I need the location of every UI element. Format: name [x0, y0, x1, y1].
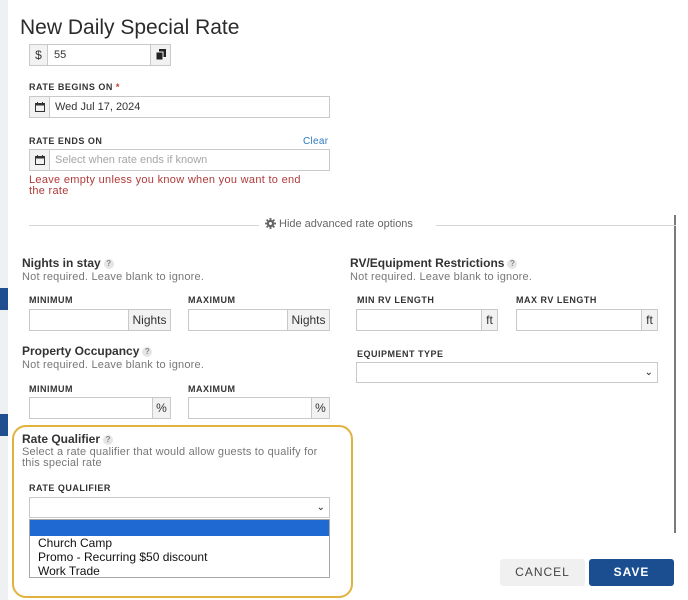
property-occupancy-heading: Property Occupancy?	[22, 344, 153, 358]
rate-ends-placeholder[interactable]: Select when rate ends if known	[55, 150, 207, 170]
chevron-down-icon: ⌄	[644, 367, 653, 378]
divider-right	[436, 225, 676, 226]
min-rv-length-label: MIN RV LENGTH	[357, 295, 435, 305]
nights-max-input[interactable]: Nights	[188, 309, 330, 331]
rate-begins-value[interactable]: Wed Jul 17, 2024	[55, 97, 140, 117]
background-accent	[0, 288, 8, 310]
rate-ends-warning-line1: Leave empty unless you know when you wan…	[29, 174, 301, 186]
rate-begins-label: RATE BEGINS ON *	[29, 82, 120, 92]
nights-max-label: MAXIMUM	[188, 295, 236, 305]
occupancy-min-input[interactable]: %	[29, 397, 171, 419]
clear-link[interactable]: Clear	[303, 136, 328, 147]
nights-min-input[interactable]: Nights	[29, 309, 171, 331]
occupancy-unit: %	[311, 398, 329, 418]
rv-length-unit: ft	[481, 310, 497, 330]
help-icon[interactable]: ?	[507, 259, 518, 269]
rate-qualifier-label: RATE QUALIFIER	[29, 483, 111, 493]
occupancy-min-label: MINIMUM	[29, 384, 73, 394]
rv-length-unit: ft	[641, 310, 657, 330]
equipment-type-label: EQUIPMENT TYPE	[357, 349, 444, 359]
gear-icon	[265, 218, 276, 229]
rate-ends-warning-line2: the rate	[29, 185, 69, 197]
nights-unit: Nights	[128, 310, 170, 330]
rate-qualifier-dropdown[interactable]: Church Camp Promo - Recurring $50 discou…	[29, 519, 330, 578]
nights-in-stay-hint: Not required. Leave blank to ignore.	[22, 271, 205, 283]
rate-qualifier-select[interactable]: ⌄	[29, 497, 330, 518]
dialog-scrollbar[interactable]	[674, 215, 676, 533]
divider-left	[29, 225, 259, 226]
help-icon[interactable]: ?	[103, 259, 114, 269]
save-button[interactable]: SAVE	[589, 559, 674, 586]
rate-amount-field[interactable]: $ 55	[29, 44, 171, 66]
occupancy-max-label: MAXIMUM	[188, 384, 236, 394]
rate-ends-field[interactable]: Select when rate ends if known	[29, 149, 330, 171]
rate-ends-label: RATE ENDS ON	[29, 136, 103, 146]
rate-amount-value[interactable]: 55	[54, 45, 66, 65]
dropdown-option[interactable]: Church Camp	[30, 536, 329, 550]
nights-unit: Nights	[287, 310, 329, 330]
copy-icon[interactable]	[150, 45, 170, 65]
rv-restrictions-heading: RV/Equipment Restrictions?	[350, 256, 518, 270]
help-icon[interactable]: ?	[103, 435, 114, 445]
occupancy-max-input[interactable]: %	[188, 397, 330, 419]
rv-restrictions-hint: Not required. Leave blank to ignore.	[350, 271, 533, 283]
max-rv-length-input[interactable]: ft	[516, 309, 658, 331]
property-occupancy-hint: Not required. Leave blank to ignore.	[22, 359, 205, 371]
min-rv-length-input[interactable]: ft	[356, 309, 498, 331]
rate-qualifier-heading: Rate Qualifier?	[22, 432, 114, 446]
dialog-title: New Daily Special Rate	[20, 16, 240, 39]
calendar-icon[interactable]	[30, 97, 50, 117]
cancel-button[interactable]: CANCEL	[500, 559, 585, 586]
occupancy-unit: %	[152, 398, 170, 418]
rate-begins-field[interactable]: Wed Jul 17, 2024	[29, 96, 330, 118]
max-rv-length-label: MAX RV LENGTH	[516, 295, 597, 305]
equipment-type-select[interactable]: ⌄	[356, 362, 658, 383]
background-accent	[0, 414, 8, 436]
dropdown-option[interactable]: Work Trade	[30, 564, 329, 578]
help-icon[interactable]: ?	[142, 347, 153, 357]
currency-symbol: $	[30, 45, 48, 65]
dropdown-option-empty[interactable]	[30, 520, 329, 536]
special-rate-dialog: New Daily Special Rate $ 55 RATE BEGINS …	[8, 0, 688, 600]
nights-min-label: MINIMUM	[29, 295, 73, 305]
dropdown-option[interactable]: Promo - Recurring $50 discount	[30, 550, 329, 564]
calendar-icon[interactable]	[30, 150, 50, 170]
chevron-down-icon: ⌄	[316, 502, 325, 513]
rate-qualifier-hint-line2: this special rate	[22, 457, 102, 469]
toggle-advanced-options[interactable]: Hide advanced rate options	[265, 218, 413, 230]
nights-in-stay-heading: Nights in stay?	[22, 256, 114, 270]
